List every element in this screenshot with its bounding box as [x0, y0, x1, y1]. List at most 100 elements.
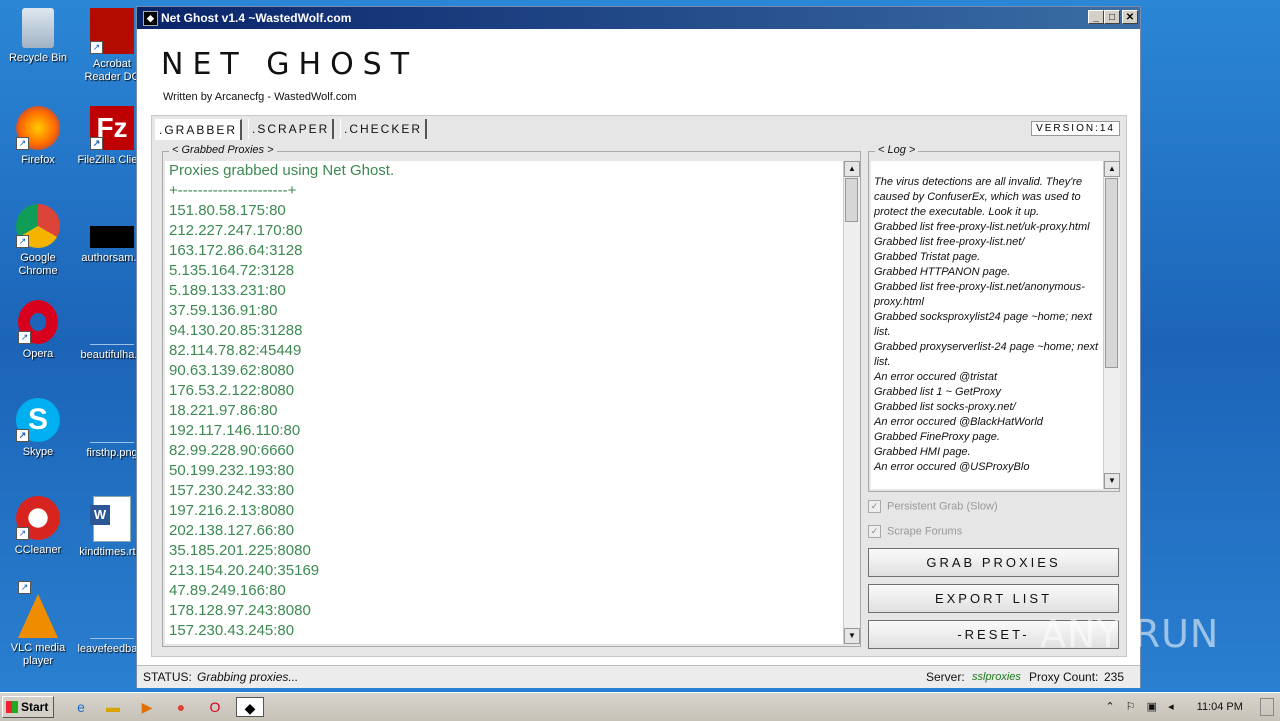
checkmark-icon: ✓ [868, 500, 881, 513]
word-icon: W [90, 496, 131, 542]
desktop-icon-label: Google Chrome [18, 252, 58, 277]
proxy-list-scrollbar[interactable]: ▲ ▼ [843, 161, 860, 644]
file-icon [90, 300, 134, 345]
scroll-up-arrow-icon[interactable]: ▲ [1104, 161, 1120, 177]
log-entry: Grabbed list 1 ~ GetProxy [874, 386, 1001, 398]
proxy-entry: 82.114.78.82:45449 [169, 342, 302, 359]
log-scrollbar[interactable]: ▲ ▼ [1103, 161, 1120, 489]
scroll-down-arrow-icon[interactable]: ▼ [1104, 473, 1120, 489]
clock[interactable]: 11:04 PM [1197, 701, 1243, 713]
windows-logo-icon [6, 701, 18, 713]
chrome-taskbar-icon[interactable]: ● [170, 697, 192, 717]
file-icon [90, 226, 134, 248]
desktop-icon-firefox[interactable]: ↗ Firefox [0, 106, 76, 167]
desktop-icon-chrome[interactable]: ↗ Google Chrome [0, 204, 76, 278]
log-entry: An error occured @USProxyBlo [874, 461, 1030, 473]
desktop-icon-ccleaner[interactable]: ↗ CCleaner [0, 496, 76, 557]
proxy-entry: 82.99.228.90:6660 [169, 442, 295, 459]
proxy-entry: 18.221.97.86:80 [169, 402, 278, 419]
proxy-entry: 213.154.20.240:35169 [169, 562, 320, 579]
version-label: VERSION:14 [1031, 121, 1120, 136]
netghost-taskbar-icon[interactable]: ◆ [236, 697, 264, 717]
system-tray: ⌃ ⚐ ▣ ◂ 11:04 PM [1105, 696, 1274, 718]
tab-grabber[interactable]: .GRABBER [155, 119, 243, 140]
desktop-icon-opera[interactable]: ↗ Opera [0, 300, 76, 361]
log-entry: Grabbed FineProxy page. [874, 431, 1000, 443]
persistent-grab-checkbox[interactable]: ✓ Persistent Grab (Slow) [868, 500, 998, 513]
proxy-entry: 90.63.139.62:8080 [169, 362, 295, 379]
scroll-thumb[interactable] [1105, 178, 1118, 368]
export-list-button[interactable]: EXPORT LIST [868, 584, 1119, 613]
vlc-icon: ↗ [18, 581, 58, 638]
app-diamond-icon: ◆ [143, 11, 158, 26]
log-entry: Grabbed proxyserverlist-24 page ~home; n… [874, 341, 1099, 368]
scrape-forums-label: Scrape Forums [887, 525, 963, 538]
maximize-button[interactable]: □ [1104, 10, 1120, 24]
log-entry: An error occured @BlackHatWorld [874, 416, 1043, 428]
desktop-icon-skype[interactable]: S ↗ Skype [0, 398, 76, 459]
title-bar[interactable]: ◆ Net Ghost v1.4 ~WastedWolf.com _ □ ✕ [137, 7, 1140, 29]
desktop-icon-label: CCleaner [14, 544, 62, 556]
network-icon[interactable]: ▣ [1147, 701, 1157, 713]
desktop-icon-recycle-bin[interactable]: Recycle Bin [0, 8, 76, 65]
proxy-entry: 178.128.97.243:8080 [169, 602, 311, 619]
status-text: Grabbing proxies... [197, 670, 299, 684]
minimize-button[interactable]: _ [1088, 10, 1104, 24]
grab-proxies-button[interactable]: GRAB PROXIES [868, 548, 1119, 577]
acrobat-icon: ↗ [90, 8, 134, 54]
recycle-bin-icon [22, 8, 54, 48]
proxy-entry: 197.216.2.13:8080 [169, 502, 295, 519]
log-text[interactable]: The virus detections are all invalid. Th… [871, 161, 1103, 489]
app-header: NET GHOST Written by Arcanecfg - WastedW… [137, 29, 1140, 115]
tab-checker[interactable]: .CHECKER [340, 119, 428, 139]
log-entry: Grabbed Tristat page. [874, 251, 981, 263]
log-entry: Grabbed list free-proxy-list.net/ [874, 236, 1025, 248]
log-group: < Log > The virus detections are all inv… [868, 144, 1120, 492]
desktop-icon-label: Firefox [21, 154, 55, 166]
scroll-up-arrow-icon[interactable]: ▲ [844, 161, 860, 177]
proxy-entry: 151.80.58.175:80 [169, 202, 286, 219]
persistent-grab-label: Persistent Grab (Slow) [887, 500, 998, 513]
log-entry: Grabbed list free-proxy-list.net/uk-prox… [874, 221, 1090, 233]
proxy-entry: 157.230.43.245:80 [169, 622, 295, 639]
explorer-taskbar-icon[interactable]: ▬ [102, 697, 124, 717]
tray-chevron-icon[interactable]: ⌃ [1105, 701, 1114, 713]
log-entry: Grabbed HTTPANON page. [874, 266, 1011, 278]
scroll-down-arrow-icon[interactable]: ▼ [844, 628, 860, 644]
tab-scraper[interactable]: .SCRAPER [248, 119, 335, 139]
proxy-entry: 202.138.127.66:80 [169, 522, 295, 539]
firefox-icon: ↗ [16, 106, 60, 150]
server-value: sslproxies [972, 671, 1021, 683]
anyrun-watermark: ANY RUN [1040, 612, 1220, 656]
proxy-entry: 5.135.164.72:3128 [169, 262, 295, 279]
proxy-list[interactable]: Proxies grabbed using Net Ghost. +-------… [165, 161, 843, 644]
log-entry: An error occured @tristat [874, 371, 998, 383]
opera-icon: ↗ [18, 300, 58, 344]
proxy-entry: 212.227.247.170:80 [169, 222, 303, 239]
show-desktop-button[interactable] [1260, 698, 1274, 717]
scroll-thumb[interactable] [845, 178, 858, 222]
proxy-entry: 50.199.232.193:80 [169, 462, 295, 479]
close-button[interactable]: ✕ [1122, 10, 1138, 24]
status-label: STATUS: [143, 670, 192, 684]
status-bar: STATUS: Grabbing proxies... Server: sslp… [137, 665, 1140, 688]
checkmark-icon: ✓ [868, 525, 881, 538]
app-subtitle: Written by Arcanecfg - WastedWolf.com [163, 91, 357, 103]
volume-icon[interactable]: ◂ [1168, 701, 1174, 713]
proxy-entry: 47.89.249.166:80 [169, 582, 286, 599]
desktop-icon-vlc[interactable]: ↗ VLC media player [0, 581, 76, 668]
flag-icon[interactable]: ⚐ [1126, 701, 1136, 713]
grabbed-proxies-group: < Grabbed Proxies > Proxies grabbed usin… [162, 144, 861, 647]
scrape-forums-checkbox[interactable]: ✓ Scrape Forums [868, 525, 962, 538]
file-icon [90, 594, 134, 639]
media-player-taskbar-icon[interactable]: ▶ [136, 697, 158, 717]
opera-taskbar-icon[interactable]: O [204, 697, 226, 717]
proxy-header-line: +----------------------+ [169, 182, 297, 199]
log-title: < Log > [875, 144, 919, 156]
log-entry: Grabbed list socks-proxy.net/ [874, 401, 1016, 413]
desktop-icon-label: Skype [22, 446, 54, 458]
ccleaner-icon: ↗ [16, 496, 60, 540]
start-button[interactable]: Start [2, 696, 54, 718]
ie-taskbar-icon[interactable]: e [70, 697, 92, 717]
proxy-entry: 35.185.201.225:8080 [169, 542, 311, 559]
